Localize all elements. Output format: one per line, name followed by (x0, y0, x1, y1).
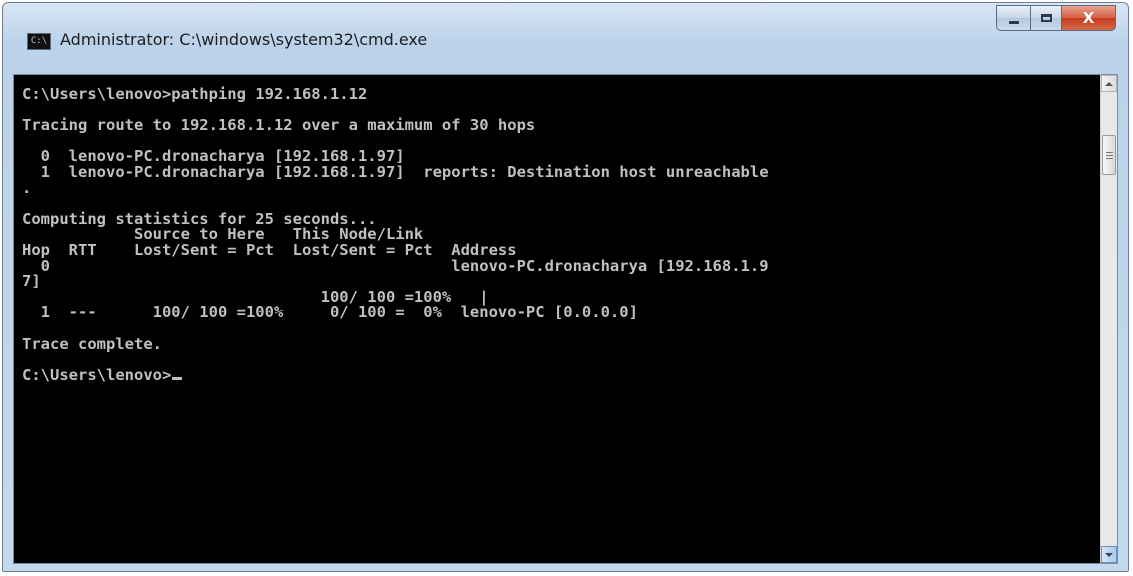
console-line: . (22, 178, 32, 197)
scrollbar-thumb[interactable] (1102, 135, 1116, 175)
text-cursor (172, 376, 183, 380)
maximize-icon (1040, 14, 1052, 22)
console-line: 1 --- 100/ 100 =100% 0/ 100 = 0% lenovo-… (22, 303, 638, 322)
grip-line-icon (1105, 157, 1113, 159)
vertical-scrollbar[interactable] (1100, 75, 1117, 563)
minimize-icon (1008, 20, 1019, 24)
window-title: Administrator: C:\windows\system32\cmd.e… (60, 30, 428, 49)
console-output-area[interactable]: C:\Users\lenovo>pathping 192.168.1.12 Tra… (14, 75, 1100, 563)
console-line: 0 lenovo-PC.dronacharya [192.168.1.9 (22, 256, 769, 275)
close-button[interactable]: X (1062, 5, 1116, 31)
scroll-down-button[interactable] (1101, 546, 1117, 563)
console-line: C:\Users\lenovo>pathping 192.168.1.12 (22, 85, 368, 103)
console-line: Trace complete. (22, 334, 162, 353)
console-prompt-line: C:\Users\lenovo> (22, 365, 769, 384)
console-prompt: C:\Users\lenovo> (22, 365, 172, 384)
cmd-app-icon[interactable]: C:\ (27, 33, 51, 50)
arrow-down-icon (1105, 552, 1113, 557)
grip-line-icon (1105, 151, 1113, 153)
cmd-window: C:\ Administrator: C:\windows\system32\c… (2, 2, 1129, 572)
minimize-button[interactable] (996, 5, 1030, 31)
close-icon: X (1082, 9, 1095, 27)
maximize-button[interactable] (1030, 5, 1062, 31)
arrow-up-icon (1105, 81, 1113, 86)
caption-buttons: X (996, 5, 1116, 31)
console-text: C:\Users\lenovo>pathping 192.168.1.12 Tra… (22, 85, 769, 384)
console-line: Tracing route to 192.168.1.12 over a max… (22, 116, 536, 135)
title-bar[interactable]: C:\ Administrator: C:\windows\system32\c… (3, 3, 1128, 77)
console-frame: C:\Users\lenovo>pathping 192.168.1.12 Tra… (13, 74, 1118, 564)
grip-line-icon (1105, 154, 1113, 156)
console-line: 1 lenovo-PC.dronacharya [192.168.1.97] r… (22, 162, 769, 181)
scroll-up-button[interactable] (1101, 75, 1117, 92)
